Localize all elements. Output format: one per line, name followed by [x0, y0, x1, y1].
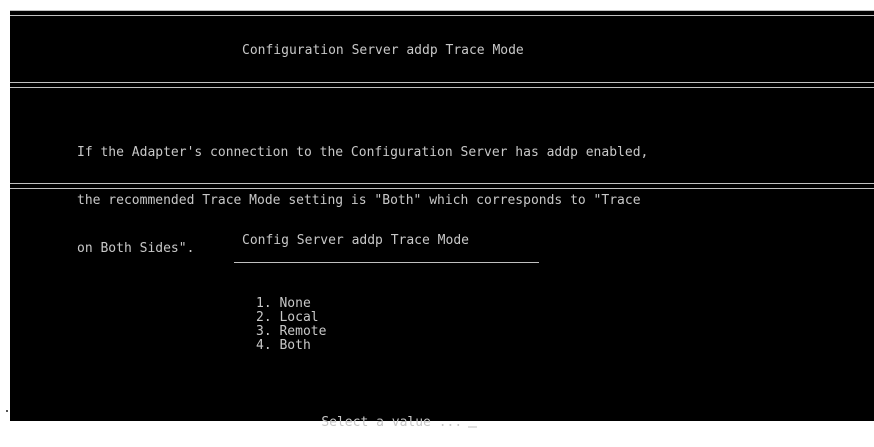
- menu-title-underline: [234, 262, 539, 263]
- description-line: the recommended Trace Mode setting is "B…: [77, 193, 641, 208]
- header-double-rule: [10, 82, 874, 88]
- input-prompt[interactable]: Select a value ...: [290, 399, 478, 447]
- description-line: If the Adapter's connection to the Confi…: [77, 145, 649, 160]
- option-local[interactable]: 2. Local: [256, 311, 326, 325]
- option-none[interactable]: 1. None: [256, 297, 326, 311]
- top-double-rule: [10, 10, 874, 16]
- screen-title: Configuration Server addp Trace Mode: [242, 43, 524, 58]
- option-list: 1. None 2. Local 3. Remote 4. Both: [256, 297, 326, 353]
- text-cursor[interactable]: [468, 426, 478, 428]
- prompt-label: Select a value ...: [321, 415, 463, 430]
- option-both[interactable]: 4. Both: [256, 339, 326, 353]
- menu-title: Config Server addp Trace Mode: [242, 233, 469, 248]
- edge-mark: [6, 410, 8, 412]
- description-double-rule: [10, 183, 874, 189]
- option-remote[interactable]: 3. Remote: [256, 325, 326, 339]
- terminal-window: Configuration Server addp Trace Mode If …: [10, 10, 874, 430]
